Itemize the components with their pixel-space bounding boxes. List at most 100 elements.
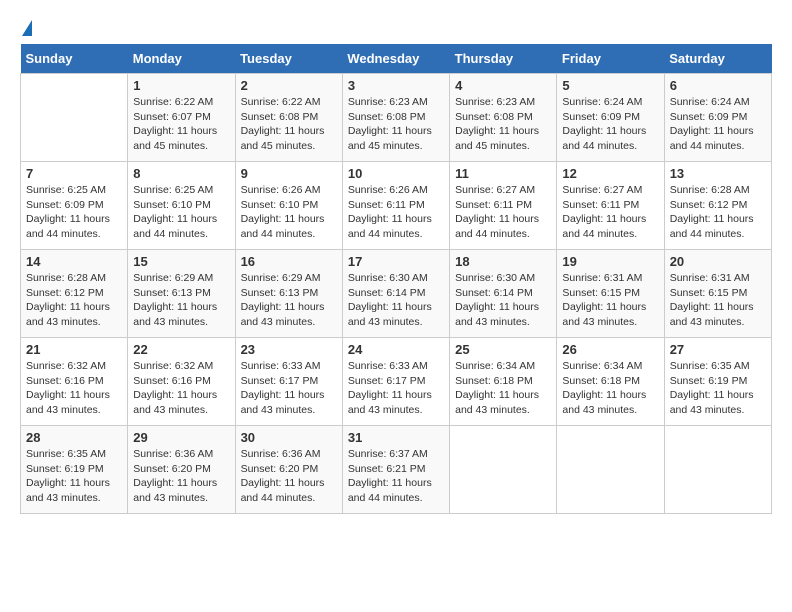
calendar-cell: 14 Sunrise: 6:28 AMSunset: 6:12 PMDayligh… [21,250,128,338]
page-header [20,20,772,38]
calendar-cell: 16 Sunrise: 6:29 AMSunset: 6:13 PMDayligh… [235,250,342,338]
day-number: 2 [241,78,337,93]
cell-info: Sunrise: 6:33 AMSunset: 6:17 PMDaylight:… [348,359,444,418]
day-number: 21 [26,342,122,357]
logo [20,20,32,38]
cell-info: Sunrise: 6:28 AMSunset: 6:12 PMDaylight:… [26,271,122,330]
cell-info: Sunrise: 6:29 AMSunset: 6:13 PMDaylight:… [241,271,337,330]
day-number: 10 [348,166,444,181]
calendar-cell: 23 Sunrise: 6:33 AMSunset: 6:17 PMDayligh… [235,338,342,426]
cell-info: Sunrise: 6:22 AMSunset: 6:07 PMDaylight:… [133,95,229,154]
calendar-cell [557,426,664,514]
day-number: 15 [133,254,229,269]
cell-info: Sunrise: 6:36 AMSunset: 6:20 PMDaylight:… [241,447,337,506]
calendar-cell: 18Sunrise: 6:30 AMSunset: 6:14 PMDayligh… [450,250,557,338]
cell-info: Sunrise: 6:22 AMSunset: 6:08 PMDaylight:… [241,95,337,154]
calendar-cell: 13 Sunrise: 6:28 AMSunset: 6:12 PMDayligh… [664,162,771,250]
cell-info: Sunrise: 6:32 AMSunset: 6:16 PMDaylight:… [26,359,122,418]
calendar-cell: 10 Sunrise: 6:26 AMSunset: 6:11 PMDayligh… [342,162,449,250]
cell-info: Sunrise: 6:35 AMSunset: 6:19 PMDaylight:… [670,359,766,418]
cell-info: Sunrise: 6:32 AMSunset: 6:16 PMDaylight:… [133,359,229,418]
day-number: 31 [348,430,444,445]
cell-info: Sunrise: 6:34 AMSunset: 6:18 PMDaylight:… [562,359,658,418]
calendar-cell: 31 Sunrise: 6:37 AMSunset: 6:21 PMDayligh… [342,426,449,514]
cell-info: Sunrise: 6:26 AMSunset: 6:11 PMDaylight:… [348,183,444,242]
day-number: 3 [348,78,444,93]
cell-info: Sunrise: 6:29 AMSunset: 6:13 PMDaylight:… [133,271,229,330]
day-number: 26 [562,342,658,357]
day-number: 29 [133,430,229,445]
day-number: 19 [562,254,658,269]
calendar-week-row: 7 Sunrise: 6:25 AMSunset: 6:09 PMDaylight… [21,162,772,250]
cell-info: Sunrise: 6:27 AMSunset: 6:11 PMDaylight:… [562,183,658,242]
calendar-cell: 19Sunrise: 6:31 AMSunset: 6:15 PMDayligh… [557,250,664,338]
calendar-cell: 5Sunrise: 6:24 AMSunset: 6:09 PMDaylight… [557,74,664,162]
calendar-week-row: 28 Sunrise: 6:35 AMSunset: 6:19 PMDayligh… [21,426,772,514]
day-number: 5 [562,78,658,93]
day-number: 18 [455,254,551,269]
cell-info: Sunrise: 6:31 AMSunset: 6:15 PMDaylight:… [670,271,766,330]
weekday-header-thursday: Thursday [450,44,557,74]
calendar-cell: 9 Sunrise: 6:26 AMSunset: 6:10 PMDaylight… [235,162,342,250]
calendar-cell: 27 Sunrise: 6:35 AMSunset: 6:19 PMDayligh… [664,338,771,426]
day-number: 23 [241,342,337,357]
day-number: 14 [26,254,122,269]
day-number: 8 [133,166,229,181]
cell-info: Sunrise: 6:36 AMSunset: 6:20 PMDaylight:… [133,447,229,506]
calendar-cell [450,426,557,514]
calendar-cell: 6Sunrise: 6:24 AMSunset: 6:09 PMDaylight… [664,74,771,162]
calendar-cell: 11Sunrise: 6:27 AMSunset: 6:11 PMDayligh… [450,162,557,250]
weekday-header-saturday: Saturday [664,44,771,74]
day-number: 16 [241,254,337,269]
calendar-cell: 29 Sunrise: 6:36 AMSunset: 6:20 PMDayligh… [128,426,235,514]
cell-info: Sunrise: 6:23 AMSunset: 6:08 PMDaylight:… [348,95,444,154]
day-number: 27 [670,342,766,357]
cell-info: Sunrise: 6:35 AMSunset: 6:19 PMDaylight:… [26,447,122,506]
calendar-cell: 7 Sunrise: 6:25 AMSunset: 6:09 PMDaylight… [21,162,128,250]
calendar-cell [664,426,771,514]
calendar-week-row: 1 Sunrise: 6:22 AMSunset: 6:07 PMDaylight… [21,74,772,162]
cell-info: Sunrise: 6:26 AMSunset: 6:10 PMDaylight:… [241,183,337,242]
calendar-week-row: 14 Sunrise: 6:28 AMSunset: 6:12 PMDayligh… [21,250,772,338]
calendar-cell: 25 Sunrise: 6:34 AMSunset: 6:18 PMDayligh… [450,338,557,426]
calendar-cell: 1 Sunrise: 6:22 AMSunset: 6:07 PMDaylight… [128,74,235,162]
logo-triangle-icon [22,20,32,36]
calendar-cell: 21 Sunrise: 6:32 AMSunset: 6:16 PMDayligh… [21,338,128,426]
day-number: 17 [348,254,444,269]
cell-info: Sunrise: 6:28 AMSunset: 6:12 PMDaylight:… [670,183,766,242]
calendar-cell: 20Sunrise: 6:31 AMSunset: 6:15 PMDayligh… [664,250,771,338]
day-number: 4 [455,78,551,93]
day-number: 7 [26,166,122,181]
day-number: 1 [133,78,229,93]
day-number: 30 [241,430,337,445]
cell-info: Sunrise: 6:34 AMSunset: 6:18 PMDaylight:… [455,359,551,418]
calendar-cell: 26 Sunrise: 6:34 AMSunset: 6:18 PMDayligh… [557,338,664,426]
day-number: 12 [562,166,658,181]
calendar-cell: 4Sunrise: 6:23 AMSunset: 6:08 PMDaylight… [450,74,557,162]
day-number: 9 [241,166,337,181]
weekday-header-tuesday: Tuesday [235,44,342,74]
calendar-cell: 30 Sunrise: 6:36 AMSunset: 6:20 PMDayligh… [235,426,342,514]
day-number: 28 [26,430,122,445]
calendar-week-row: 21 Sunrise: 6:32 AMSunset: 6:16 PMDayligh… [21,338,772,426]
calendar-cell: 24 Sunrise: 6:33 AMSunset: 6:17 PMDayligh… [342,338,449,426]
cell-info: Sunrise: 6:24 AMSunset: 6:09 PMDaylight:… [670,95,766,154]
calendar-cell: 17 Sunrise: 6:30 AMSunset: 6:14 PMDayligh… [342,250,449,338]
day-number: 13 [670,166,766,181]
cell-info: Sunrise: 6:30 AMSunset: 6:14 PMDaylight:… [348,271,444,330]
day-number: 24 [348,342,444,357]
calendar-cell [21,74,128,162]
weekday-header-friday: Friday [557,44,664,74]
cell-info: Sunrise: 6:27 AMSunset: 6:11 PMDaylight:… [455,183,551,242]
calendar-cell: 12 Sunrise: 6:27 AMSunset: 6:11 PMDayligh… [557,162,664,250]
calendar-cell: 28 Sunrise: 6:35 AMSunset: 6:19 PMDayligh… [21,426,128,514]
cell-info: Sunrise: 6:25 AMSunset: 6:09 PMDaylight:… [26,183,122,242]
day-number: 25 [455,342,551,357]
calendar-table: SundayMondayTuesdayWednesdayThursdayFrid… [20,44,772,514]
cell-info: Sunrise: 6:33 AMSunset: 6:17 PMDaylight:… [241,359,337,418]
cell-info: Sunrise: 6:37 AMSunset: 6:21 PMDaylight:… [348,447,444,506]
calendar-cell: 3 Sunrise: 6:23 AMSunset: 6:08 PMDaylight… [342,74,449,162]
weekday-header-sunday: Sunday [21,44,128,74]
weekday-header-wednesday: Wednesday [342,44,449,74]
weekday-header-row: SundayMondayTuesdayWednesdayThursdayFrid… [21,44,772,74]
